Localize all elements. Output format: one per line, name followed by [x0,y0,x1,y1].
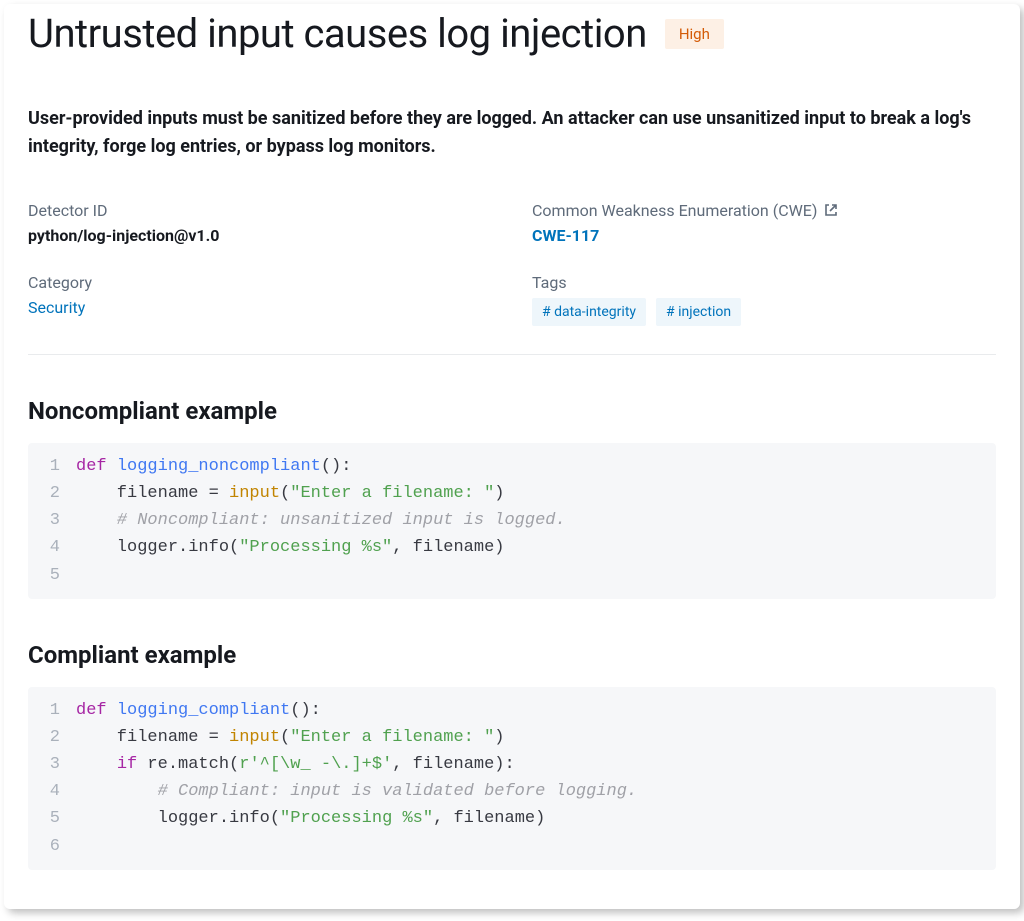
detector-id-value: python/log-injection@v1.0 [28,226,492,245]
cwe-block: Common Weakness Enumeration (CWE) CWE-11… [532,201,996,245]
meta-grid: Detector ID python/log-injection@v1.0 Co… [28,201,996,355]
code-line: 3 if re.match(r'^[\w_ -\.]+$', filename)… [28,751,996,778]
category-link[interactable]: Security [28,298,85,317]
line-number: 6 [28,833,76,860]
line-number: 1 [28,697,76,724]
line-number: 1 [28,453,76,480]
code-line: 1def logging_compliant(): [28,697,996,724]
cwe-link[interactable]: CWE-117 [532,226,599,245]
code-line: 1def logging_noncompliant(): [28,453,996,480]
code-line: 4 # Compliant: input is validated before… [28,778,996,805]
detector-id-label: Detector ID [28,201,492,220]
cwe-label: Common Weakness Enumeration (CWE) [532,201,996,220]
line-number: 4 [28,778,76,805]
external-link-icon[interactable] [823,202,839,218]
line-number: 2 [28,480,76,507]
line-number: 5 [28,805,76,832]
compliant-code-block: 1def logging_compliant():2 filename = in… [28,687,996,870]
code-line: 2 filename = input("Enter a filename: ") [28,480,996,507]
line-number: 4 [28,534,76,561]
line-number: 3 [28,507,76,534]
code-line: 2 filename = input("Enter a filename: ") [28,724,996,751]
line-number: 5 [28,562,76,589]
compliant-heading: Compliant example [28,641,996,669]
noncompliant-heading: Noncompliant example [28,397,996,425]
page-title: Untrusted input causes log injection [28,10,647,57]
severity-badge: High [665,19,724,49]
line-number: 2 [28,724,76,751]
code-line: 6 [28,833,996,860]
code-line: 3 # Noncompliant: unsanitized input is l… [28,507,996,534]
noncompliant-code-block: 1def logging_noncompliant():2 filename =… [28,443,996,599]
code-line: 4 logger.info("Processing %s", filename) [28,534,996,561]
tags-label: Tags [532,273,996,292]
description-text: User-provided inputs must be sanitized b… [28,105,996,161]
page-container: Untrusted input causes log injection Hig… [4,4,1020,909]
title-row: Untrusted input causes log injection Hig… [28,4,996,57]
line-number: 3 [28,751,76,778]
detector-id-block: Detector ID python/log-injection@v1.0 [28,201,492,245]
category-block: Category Security [28,273,492,326]
tags-block: Tags data-integrity injection [532,273,996,326]
tags-row: data-integrity injection [532,298,996,326]
code-line: 5 [28,562,996,589]
tag-injection[interactable]: injection [656,298,741,326]
tag-data-integrity[interactable]: data-integrity [532,298,646,326]
category-label: Category [28,273,492,292]
code-line: 5 logger.info("Processing %s", filename) [28,805,996,832]
